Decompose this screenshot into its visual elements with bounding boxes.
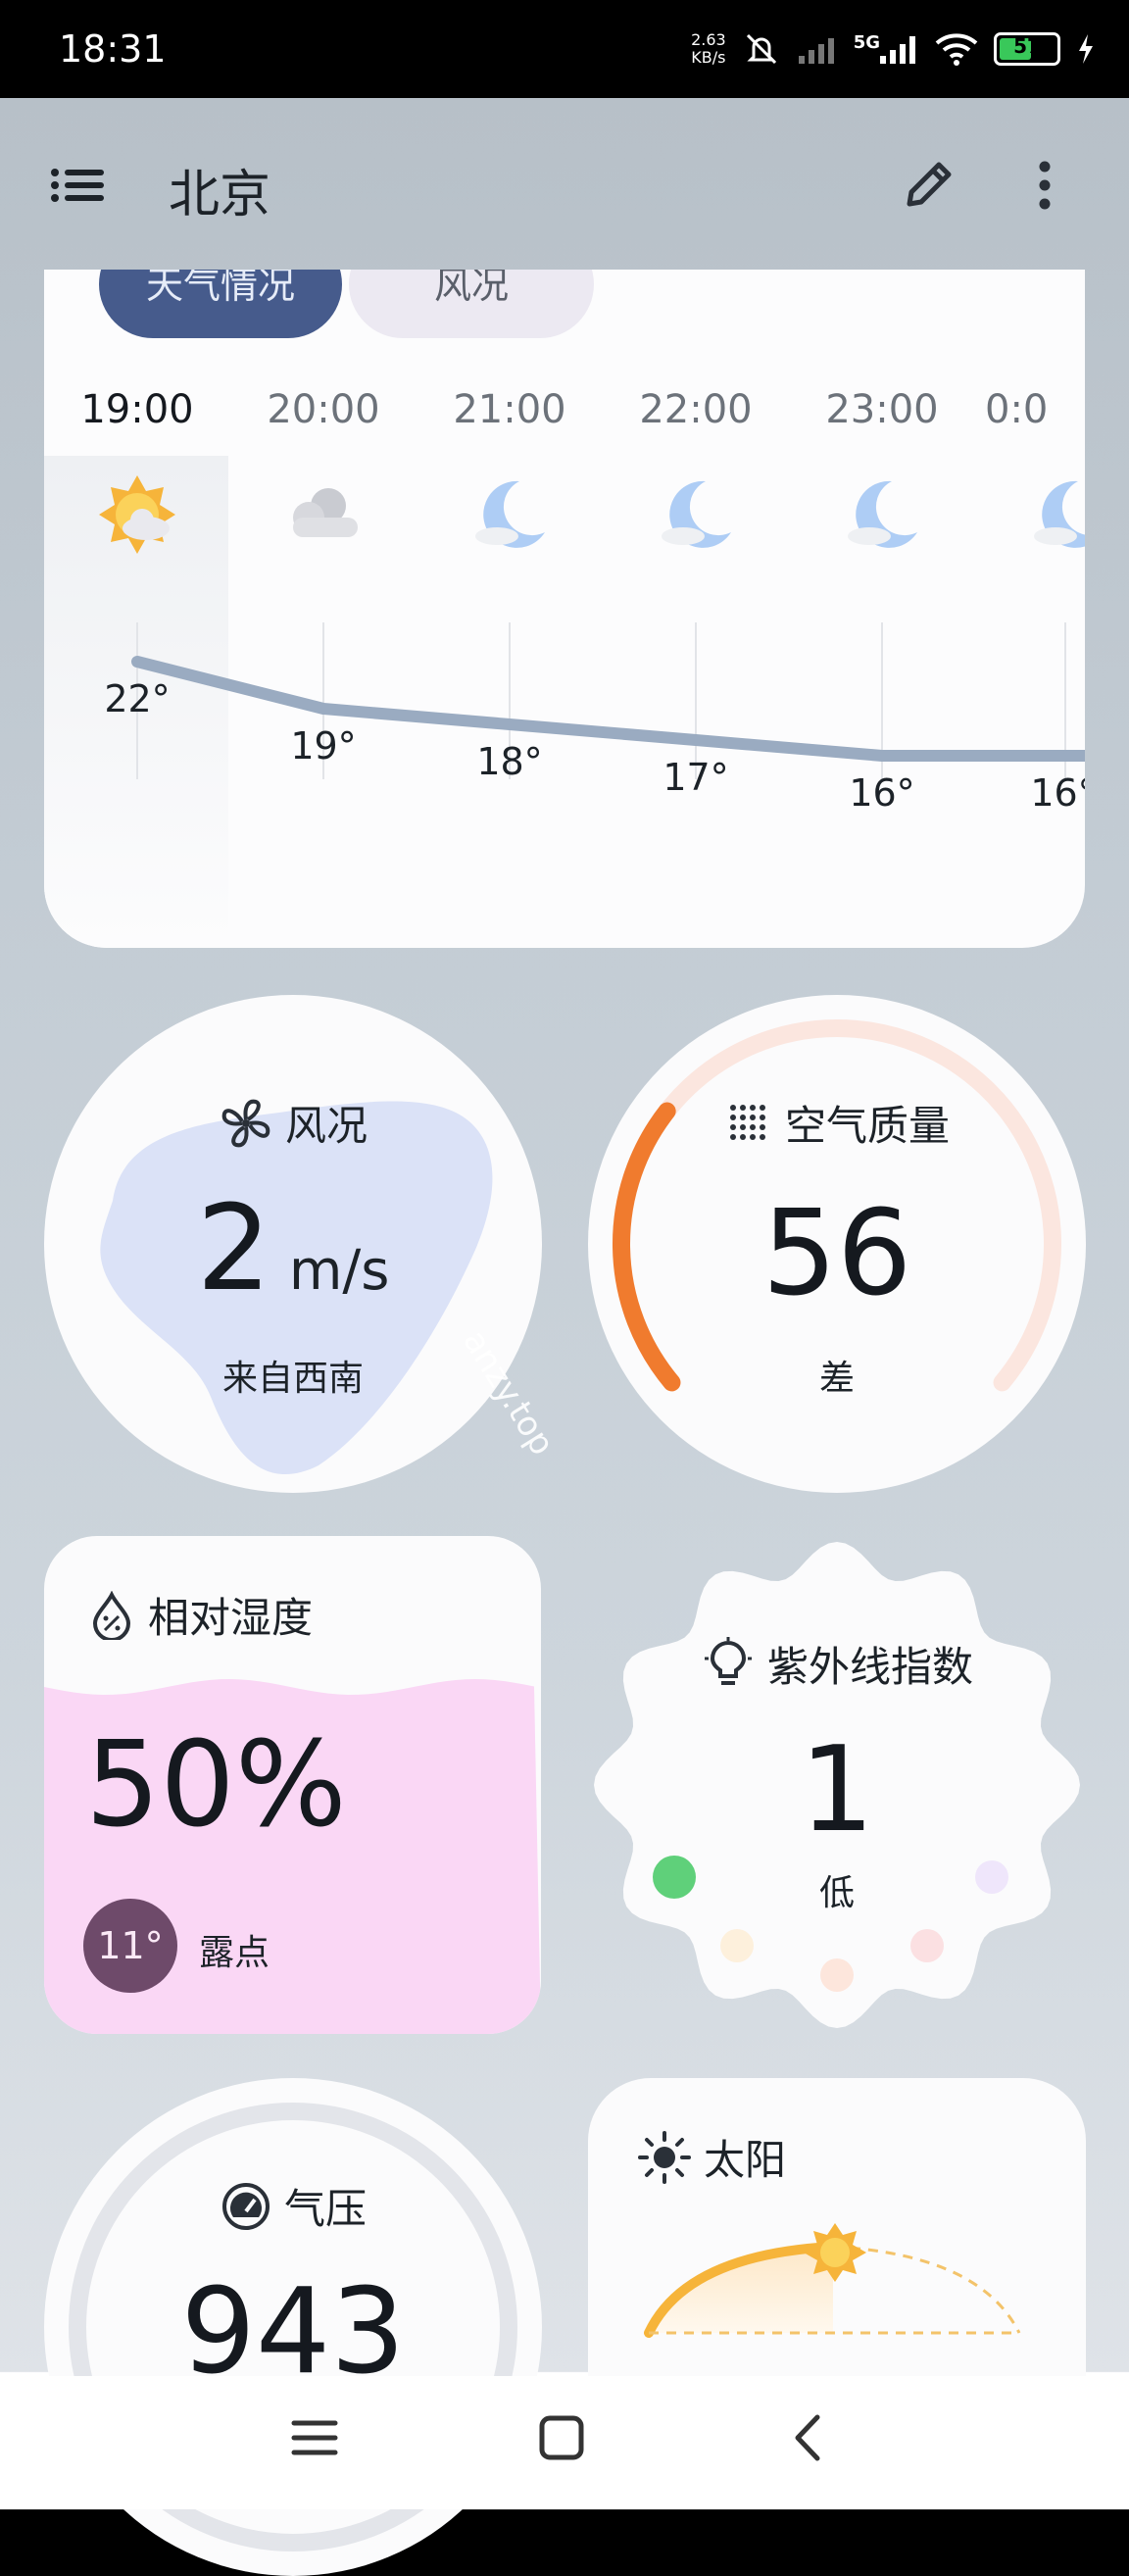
uv-level: 低 bbox=[818, 1873, 855, 1913]
particles-icon bbox=[729, 1104, 765, 1140]
uv-card[interactable]: 紫外线指数 1 低 bbox=[588, 1536, 1086, 2034]
menu-list-icon[interactable] bbox=[49, 167, 108, 206]
fan-icon bbox=[221, 1099, 270, 1147]
dew-point-badge: 11° bbox=[83, 1899, 177, 1993]
moon-cloud-icon bbox=[1034, 480, 1085, 548]
humidity-value: 50% bbox=[85, 1717, 347, 1854]
temperature-line-chart bbox=[131, 622, 1085, 779]
status-time: 18:31 bbox=[59, 27, 167, 71]
lightbulb-icon bbox=[704, 1636, 752, 1685]
pressure-title: 气压 bbox=[44, 2176, 542, 2236]
gauge-icon bbox=[221, 2182, 270, 2230]
wind-speed: 2 m/s bbox=[44, 1181, 542, 1317]
humidity-title: 相对湿度 bbox=[87, 1585, 313, 1645]
tab-wind[interactable]: 风况 bbox=[349, 270, 594, 338]
recent-apps-icon[interactable] bbox=[290, 2413, 339, 2462]
hourly-forecast-card[interactable]: 天气情况 风况 19:00 20:00 21:00 22:00 23:00 0:… bbox=[44, 270, 1085, 948]
uv-title: 紫外线指数 bbox=[588, 1634, 1086, 1694]
net-speed: 2.63 KB/s bbox=[691, 30, 726, 67]
navigation-bar bbox=[0, 2376, 1129, 2509]
hourly-tabs: 天气情况 风况 bbox=[99, 270, 648, 338]
hour-time: 20:00 bbox=[267, 387, 380, 432]
city-title[interactable]: 北京 bbox=[169, 153, 270, 226]
hour-time: 21:00 bbox=[453, 387, 566, 432]
home-icon[interactable] bbox=[537, 2413, 586, 2462]
signal-5g-icon: 5G bbox=[854, 32, 919, 66]
hour-time: 22:00 bbox=[639, 387, 753, 432]
air-quality-title: 空气质量 bbox=[588, 1093, 1086, 1153]
hour-time: 23:00 bbox=[825, 387, 939, 432]
moon-cloud-icon bbox=[848, 480, 917, 548]
humidity-drop-icon bbox=[92, 1590, 131, 1640]
more-options-icon[interactable] bbox=[1033, 157, 1056, 214]
air-quality-card[interactable]: 空气质量 56 差 bbox=[588, 995, 1086, 1493]
signal-weak-icon bbox=[798, 38, 834, 64]
wind-title: 风况 bbox=[44, 1093, 542, 1153]
wind-speed-value: 2 bbox=[196, 1181, 271, 1317]
aqi-value: 56 bbox=[761, 1186, 912, 1322]
bell-muted-icon bbox=[746, 33, 776, 65]
sunny-cloudy-icon bbox=[99, 475, 175, 554]
battery-icon: 57 bbox=[994, 32, 1060, 66]
edit-pencil-icon[interactable] bbox=[900, 157, 957, 214]
tab-weather[interactable]: 天气情况 bbox=[99, 270, 342, 338]
status-icons: 2.63 KB/s 5G 57 bbox=[691, 22, 1096, 76]
back-icon[interactable] bbox=[784, 2413, 833, 2462]
wind-card[interactable]: 风况 2 m/s 来自西南 bbox=[44, 995, 542, 1493]
cloudy-icon bbox=[293, 488, 358, 537]
humidity-card[interactable]: 相对湿度 50% 11° 露点 bbox=[44, 1536, 541, 2034]
temperature-line bbox=[131, 656, 1085, 762]
hour-time: 0:0 bbox=[985, 387, 1049, 432]
hour-time: 19:00 bbox=[80, 387, 194, 432]
aqi-level: 差 bbox=[818, 1359, 855, 1399]
wifi-icon bbox=[935, 33, 978, 66]
dew-point-label: 露点 bbox=[199, 1933, 270, 1973]
charging-icon bbox=[1079, 34, 1093, 64]
uv-value: 1 bbox=[799, 1722, 875, 1858]
moon-cloud-icon bbox=[662, 480, 731, 548]
moon-cloud-icon bbox=[475, 480, 545, 548]
wind-speed-unit: m/s bbox=[288, 1239, 390, 1303]
